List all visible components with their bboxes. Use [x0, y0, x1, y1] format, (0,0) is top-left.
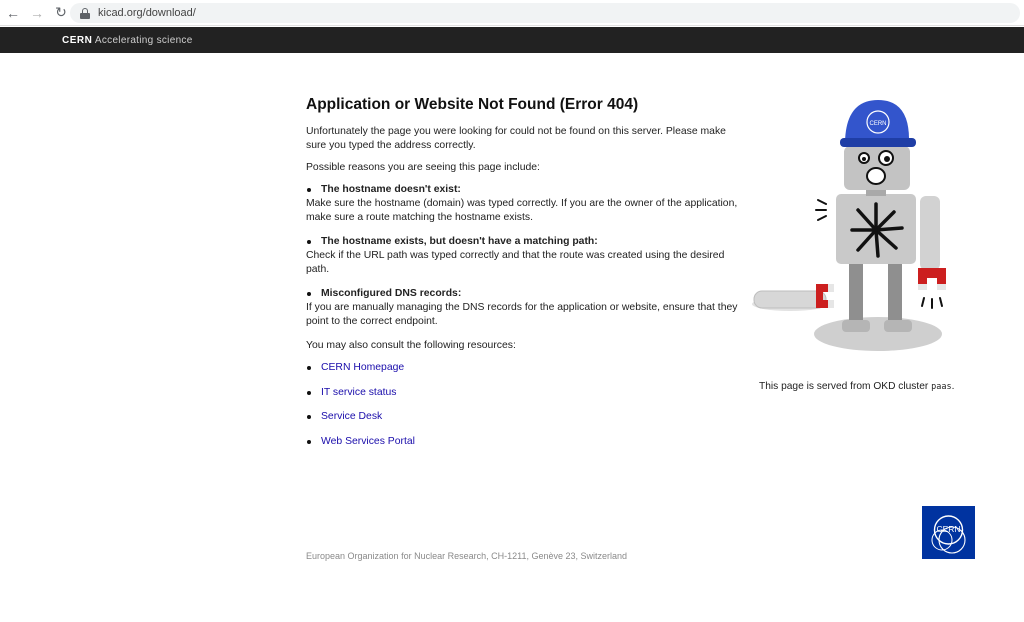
logo-text: CERN: [936, 524, 960, 534]
reason-text: Check if the URL path was typed correctl…: [306, 250, 725, 275]
reason-text: If you are manually managing the DNS rec…: [306, 302, 738, 327]
service-desk-link[interactable]: Service Desk: [321, 411, 382, 422]
cluster-text: This page is served from OKD cluster: [759, 381, 929, 392]
list-item: Web Services Portal: [306, 435, 746, 449]
svg-text:CERN: CERN: [869, 121, 886, 127]
lock-icon: [80, 7, 90, 19]
browser-toolbar: ← → ↻ kicad.org/download/: [0, 0, 1024, 26]
reasons-list: The hostname doesn't exist: Make sure th…: [306, 183, 746, 329]
cern-brand-name: CERN: [62, 34, 93, 46]
cluster-suffix: .: [951, 381, 955, 392]
reasons-intro: Possible reasons you are seeing this pag…: [306, 162, 540, 173]
list-item: The hostname exists, but doesn't have a …: [306, 235, 746, 277]
cern-tagline: Accelerating science: [94, 34, 193, 46]
footer-text: European Organization for Nuclear Resear…: [306, 551, 628, 561]
cern-brand-link[interactable]: CERN Accelerating science: [62, 35, 193, 46]
reload-icon[interactable]: ↻: [50, 2, 72, 24]
list-item: CERN Homepage: [306, 361, 746, 375]
list-item: IT service status: [306, 386, 746, 400]
cluster-info: This page is served from OKD cluster paa…: [759, 381, 954, 392]
url-text: kicad.org/download/: [98, 7, 196, 19]
cern-logo[interactable]: CERN: [922, 506, 975, 559]
resources-intro: You may also consult the following resou…: [306, 340, 516, 351]
list-item: Service Desk: [306, 410, 746, 424]
page-title: Application or Website Not Found (Error …: [306, 96, 639, 113]
forward-arrow-icon[interactable]: →: [26, 2, 48, 24]
list-item: The hostname doesn't exist: Make sure th…: [306, 183, 746, 225]
intro-text: Unfortunately the page you were looking …: [306, 126, 726, 151]
cern-toolbar: CERN Accelerating science: [0, 27, 1024, 53]
list-item: Misconfigured DNS records: If you are ma…: [306, 287, 746, 329]
cluster-name: paas: [931, 382, 952, 392]
cern-homepage-link[interactable]: CERN Homepage: [321, 362, 404, 373]
reason-text: Make sure the hostname (domain) was type…: [306, 198, 738, 223]
web-services-portal-link[interactable]: Web Services Portal: [321, 436, 415, 447]
main-content: Application or Website Not Found (Error …: [306, 96, 746, 459]
reason-title: The hostname doesn't exist:: [306, 183, 746, 197]
reason-title: The hostname exists, but doesn't have a …: [306, 235, 746, 249]
back-arrow-icon[interactable]: ←: [2, 2, 24, 24]
address-bar[interactable]: kicad.org/download/: [70, 3, 1020, 23]
broken-robot-illustration: CERN: [752, 100, 946, 351]
resources-list: CERN Homepage IT service status Service …: [306, 361, 746, 449]
reason-title: Misconfigured DNS records:: [306, 287, 746, 301]
it-service-status-link[interactable]: IT service status: [321, 387, 396, 398]
